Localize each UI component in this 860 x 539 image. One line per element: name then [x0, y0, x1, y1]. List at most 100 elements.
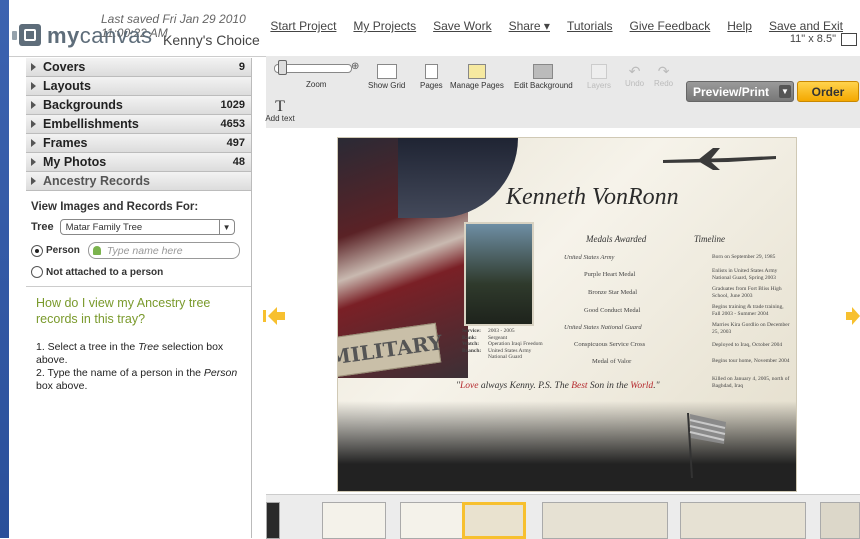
edit-background-button[interactable]: Edit Background: [514, 64, 573, 90]
service-labels: Service: Rank: Watch: Branch:: [462, 328, 482, 354]
person-icon: [92, 246, 101, 255]
content-tray: Covers 9 Layouts Backgrounds 1029 Embellis…: [26, 58, 252, 538]
project-name: Kenny's Choice: [163, 32, 260, 48]
page-thumbnail[interactable]: [820, 502, 860, 539]
my-projects-link[interactable]: My Projects: [353, 19, 416, 33]
timeline-item: Killed on January 4, 2005, north of Bagh…: [712, 376, 790, 389]
expand-arrow-icon: [31, 120, 36, 128]
expand-arrow-icon: [31, 63, 36, 71]
view-records-heading: View Images and Records For:: [31, 201, 199, 213]
timeline-item: Deployed to Iraq, October 2004: [712, 342, 783, 348]
medal-item: United States Army: [564, 254, 615, 261]
timeline-item: Graduates from Fort Bliss High School, J…: [712, 286, 782, 299]
category-ancestry-records[interactable]: Ancestry Records: [26, 172, 251, 191]
person-radio-row: Person Type name here: [31, 242, 251, 259]
chevron-down-icon: ▼: [218, 220, 234, 234]
category-layouts[interactable]: Layouts: [26, 77, 251, 96]
medal-item: Purple Heart Medal: [584, 271, 636, 278]
undo-button[interactable]: ↶ Undo: [625, 64, 644, 88]
zoom-label: Zoom: [306, 80, 327, 89]
page-thumbnail[interactable]: [542, 502, 668, 539]
medals-heading: Medals Awarded: [586, 234, 647, 244]
page-size-icon[interactable]: [841, 33, 857, 46]
save-and-exit-link[interactable]: Save and Exit: [769, 19, 843, 33]
preview-print-button[interactable]: Preview/Print ▼: [686, 81, 794, 102]
soldier-photo[interactable]: [464, 222, 534, 326]
page-size-label: 11" x 8.5": [789, 33, 836, 45]
help-step-2: 2. Type the name of a person in the Pers…: [36, 367, 238, 392]
page-icon: [424, 64, 438, 79]
layers-icon: [591, 64, 607, 79]
mycanvas-logo-icon: [12, 24, 41, 46]
page-thumbnail-selected[interactable]: [462, 502, 526, 539]
order-button[interactable]: Order: [797, 81, 859, 102]
category-backgrounds[interactable]: Backgrounds 1029: [26, 96, 251, 115]
next-page-arrow-icon[interactable]: [846, 304, 860, 328]
category-covers[interactable]: Covers 9: [26, 58, 251, 77]
manage-pages-icon: [467, 64, 486, 79]
previous-page-arrow-icon[interactable]: [263, 304, 287, 328]
medal-item: Good Conduct Medal: [584, 307, 641, 314]
tutorials-link[interactable]: Tutorials: [567, 19, 613, 33]
help-link[interactable]: Help: [727, 19, 752, 33]
medal-item: Conspicuous Service Cross: [574, 341, 646, 348]
help-steps: 1. Select a tree in the Tree selection b…: [36, 341, 245, 393]
zoom-in-icon[interactable]: ⊕: [351, 61, 359, 72]
manage-pages-button[interactable]: Manage Pages: [450, 64, 504, 90]
layers-button[interactable]: Layers: [587, 64, 611, 90]
chevron-down-icon[interactable]: ▼: [779, 85, 791, 98]
expand-arrow-icon: [31, 177, 36, 185]
header-bar: Last saved Fri Jan 29 2010 11:00:22 AM S…: [9, 0, 860, 57]
undo-icon: ↶: [628, 63, 641, 79]
pages-button[interactable]: Pages: [420, 64, 443, 90]
medal-item: United States National Guard: [564, 324, 642, 331]
flag-stars-artwork: [398, 138, 518, 218]
flag-silhouette-artwork: [687, 412, 726, 478]
tree-label: Tree: [31, 221, 54, 233]
person-name-title: Kenneth VonRonn: [506, 184, 679, 210]
tree-select[interactable]: Matar Family Tree ▼: [59, 219, 235, 235]
timeline-item: Marries Kira Gordlio on December 25, 200…: [712, 322, 790, 335]
person-label: Person: [46, 245, 80, 256]
dedication-quote: "Love always Kenny. P.S. The Best Son in…: [456, 381, 660, 391]
page-thumbnail[interactable]: [680, 502, 806, 539]
album-page[interactable]: Kenneth VonRonn MILITARY Medals Awarded …: [338, 138, 796, 491]
medal-item: Bronze Star Medal: [588, 289, 638, 296]
share-menu[interactable]: Share ▾: [509, 19, 550, 33]
medal-item: Medal of Valor: [592, 358, 632, 365]
person-radio[interactable]: [31, 244, 43, 257]
timeline-item: Begins tour home, November 2004: [712, 358, 790, 364]
service-values: 2003 - 2005 Sergeant Operation Iraqi Fre…: [488, 328, 543, 360]
page-thumbnail[interactable]: [322, 502, 386, 539]
show-grid-button[interactable]: Show Grid: [368, 64, 405, 90]
category-frames[interactable]: Frames 497: [26, 134, 251, 153]
category-embellishments[interactable]: Embellishments 4653: [26, 115, 251, 134]
not-attached-radio[interactable]: [31, 266, 43, 278]
canvas-area: Kenneth VonRonn MILITARY Medals Awarded …: [266, 128, 860, 494]
page-filmstrip: [266, 494, 860, 539]
timeline-item: Begins training & trade training, Fall 2…: [712, 304, 784, 317]
window-edge: [0, 0, 9, 538]
timeline-item: Born on September 29, 1985: [712, 254, 776, 260]
expand-arrow-icon: [31, 101, 36, 109]
category-my-photos[interactable]: My Photos 48: [26, 153, 251, 172]
save-work-link[interactable]: Save Work: [433, 19, 491, 33]
expand-arrow-icon: [31, 158, 36, 166]
divider: [26, 286, 251, 287]
mycanvas-logo: mycanvas: [47, 23, 153, 48]
expand-arrow-icon: [31, 139, 36, 147]
background-icon: [533, 64, 554, 79]
add-text-button[interactable]: T Add text: [260, 99, 300, 124]
give-feedback-link[interactable]: Give Feedback: [630, 19, 711, 33]
not-attached-label: Not attached to a person: [46, 266, 164, 278]
redo-button[interactable]: ↷ Redo: [654, 64, 673, 88]
grid-icon: [376, 64, 397, 79]
redo-icon: ↷: [657, 63, 670, 79]
timeline-item: Enlists in United States Army National G…: [712, 268, 778, 281]
editor-toolbar: ⊕ Zoom Show Grid Pages Manage Pages Edit…: [265, 56, 860, 129]
tree-row: Tree Matar Family Tree ▼: [31, 219, 251, 235]
page-thumbnail[interactable]: [266, 502, 280, 539]
start-project-link[interactable]: Start Project: [270, 19, 336, 33]
zoom-slider-thumb[interactable]: [278, 60, 287, 75]
person-name-input[interactable]: Type name here: [87, 242, 240, 259]
